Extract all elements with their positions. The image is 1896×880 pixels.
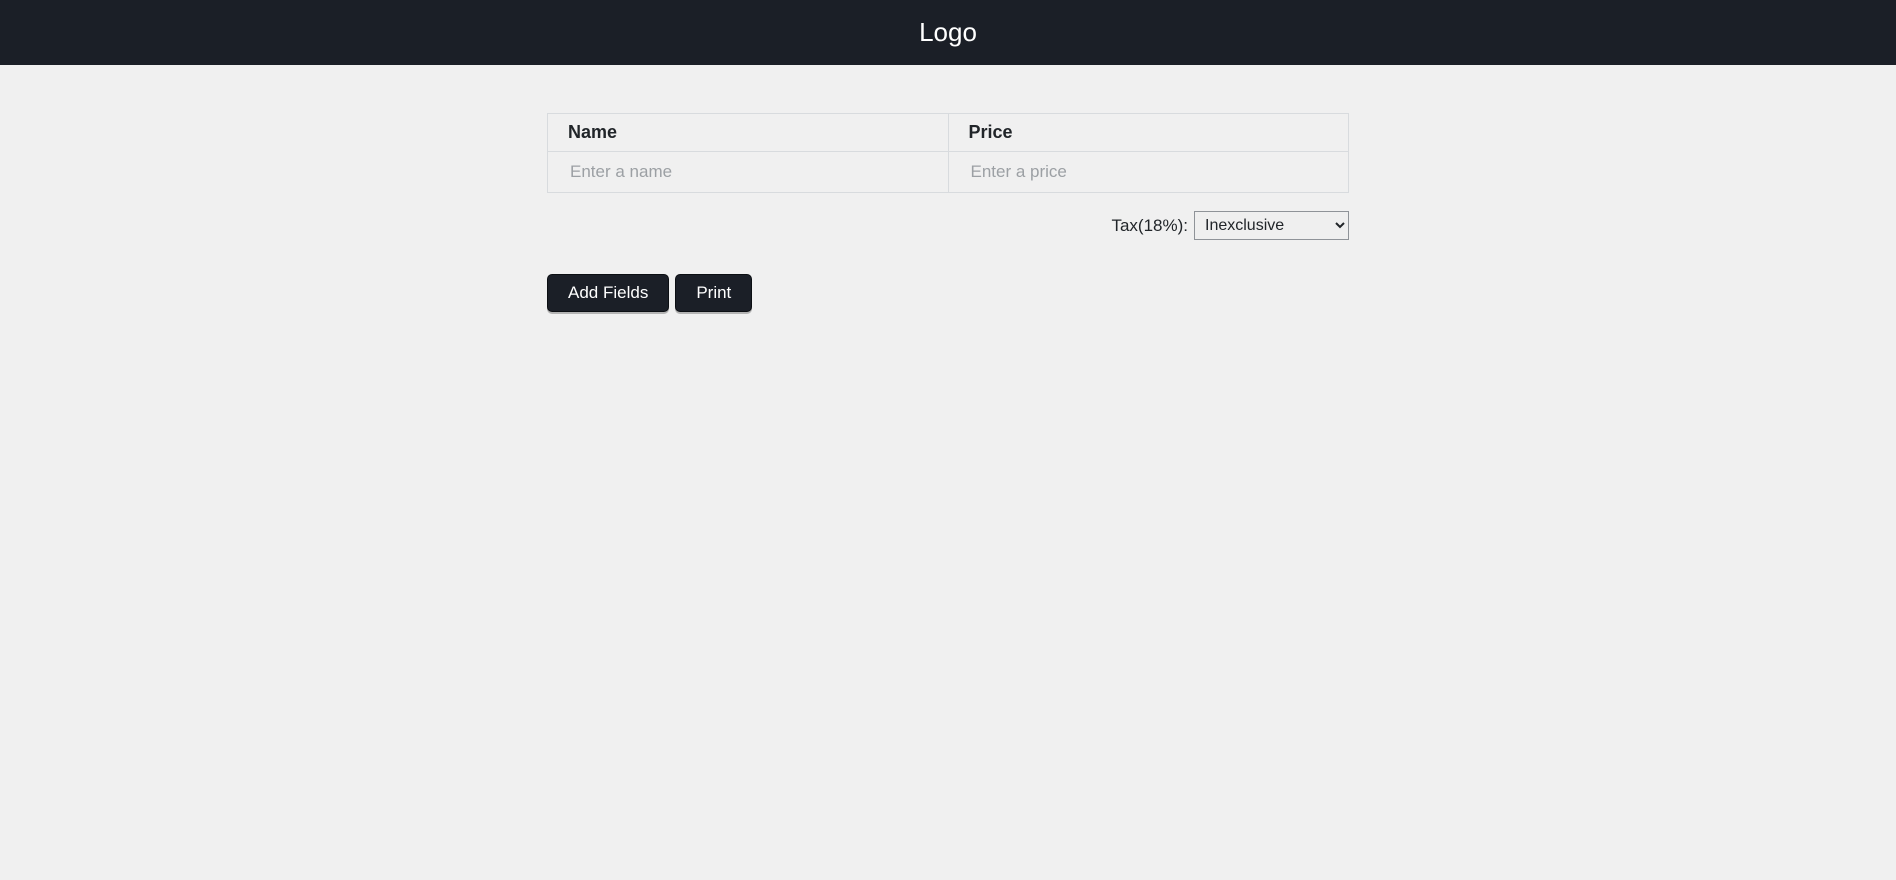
brand-logo-text: Logo <box>919 17 977 48</box>
tax-select[interactable]: Inexclusive <box>1194 211 1349 240</box>
tax-label: Tax(18%): <box>1111 216 1188 236</box>
table-row <box>548 152 1349 193</box>
name-input[interactable] <box>556 156 940 188</box>
tax-row: Tax(18%): Inexclusive <box>547 211 1349 240</box>
main-container: Name Price Tax(18%): Inexclusive Add Fie… <box>547 65 1349 312</box>
price-input[interactable] <box>957 156 1341 188</box>
button-row: Add Fields Print <box>547 274 1349 312</box>
items-table: Name Price <box>547 113 1349 193</box>
column-header-name: Name <box>548 114 949 152</box>
app-header: Logo <box>0 0 1896 65</box>
column-header-price: Price <box>948 114 1349 152</box>
add-fields-button[interactable]: Add Fields <box>547 274 669 312</box>
print-button[interactable]: Print <box>675 274 752 312</box>
